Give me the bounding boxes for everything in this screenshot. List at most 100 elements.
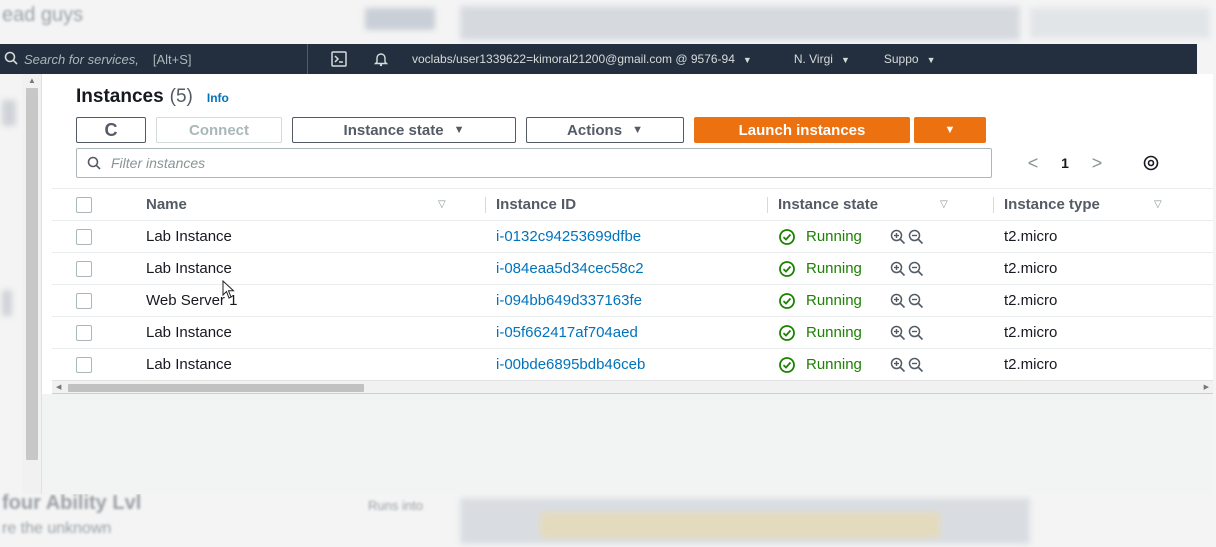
zoom-out-icon[interactable]	[908, 357, 924, 373]
instance-id-cell: i-05f662417af704aed	[486, 317, 768, 349]
row-checkbox[interactable]	[76, 357, 92, 374]
filter-instances-input[interactable]	[111, 150, 961, 176]
background-text: re the unknown	[2, 520, 112, 537]
actions-dropdown[interactable]: Actions ▼	[526, 117, 684, 143]
gear-icon[interactable]	[1140, 152, 1162, 174]
region-menu[interactable]: N. Virgi ▼	[794, 52, 850, 66]
sort-icon[interactable]: ▽	[1154, 199, 1162, 210]
previous-page-button[interactable]: <	[1020, 153, 1046, 174]
horizontal-scroll-thumb[interactable]	[68, 384, 364, 392]
row-checkbox[interactable]	[76, 229, 92, 246]
row-select-cell	[52, 317, 136, 349]
table-row[interactable]: Lab Instance i-00bde6895bdb46ceb Running…	[52, 349, 1213, 381]
caret-down-icon: ▼	[453, 124, 465, 136]
column-header-instance-state[interactable]: Instance state ▽	[768, 188, 994, 221]
zoom-out-icon[interactable]	[908, 325, 924, 341]
instance-state-dropdown[interactable]: Instance state ▼	[292, 117, 516, 143]
instance-id-link[interactable]: i-094bb649d337163fe	[496, 292, 642, 309]
connect-button[interactable]: Connect	[156, 117, 282, 143]
background-block	[365, 8, 435, 30]
instance-state-text: Running	[806, 228, 862, 245]
instance-id-cell: i-084eaa5d34cec58c2	[486, 253, 768, 285]
bell-icon[interactable]	[370, 48, 392, 70]
zoom-in-icon[interactable]	[890, 261, 906, 277]
instance-count: (5)	[169, 86, 193, 107]
instance-id-cell: i-0132c94253699dfbe	[486, 221, 768, 253]
row-checkbox[interactable]	[76, 293, 92, 310]
launch-instances-button[interactable]: Launch instances	[694, 117, 910, 143]
info-link[interactable]: Info	[207, 91, 229, 105]
vertical-scrollbar[interactable]: ▲	[22, 74, 42, 494]
select-all-checkbox[interactable]	[76, 197, 92, 214]
column-header-instance-id[interactable]: Instance ID	[486, 188, 768, 221]
instance-state-cell: Running	[768, 349, 994, 381]
select-all-cell	[52, 188, 136, 221]
zoom-in-icon[interactable]	[890, 357, 906, 373]
background-text: four Ability Lvl	[2, 492, 142, 514]
instance-state-text: Running	[806, 260, 862, 277]
row-checkbox[interactable]	[76, 261, 92, 278]
horizontal-scrollbar[interactable]: ◀ ▶	[52, 380, 1213, 394]
column-header-label: Instance ID	[496, 196, 577, 213]
top-navigation-bar: Search for services, [Alt+S] voclabs/use…	[0, 44, 1197, 74]
vertical-scroll-thumb[interactable]	[26, 88, 38, 460]
instance-type: t2.micro	[1004, 292, 1058, 309]
zoom-out-icon[interactable]	[908, 293, 924, 309]
instance-id-link[interactable]: i-05f662417af704aed	[496, 324, 638, 341]
scroll-left-icon[interactable]: ◀	[56, 383, 61, 391]
zoom-in-icon[interactable]	[890, 229, 906, 245]
instance-id-link[interactable]: i-0132c94253699dfbe	[496, 228, 641, 245]
scroll-right-icon[interactable]: ▶	[1204, 383, 1209, 391]
zoom-controls	[890, 357, 926, 373]
background-text: Runs into	[368, 498, 423, 513]
background-block	[2, 290, 12, 316]
toolbar: C Connect Instance state ▼ Actions ▼ Lau…	[76, 116, 996, 144]
details-pane	[42, 394, 1213, 494]
table-row[interactable]: Lab Instance i-0132c94253699dfbe Running…	[52, 221, 1213, 253]
sort-icon[interactable]: ▽	[940, 199, 948, 210]
check-circle-icon	[779, 228, 795, 245]
zoom-out-icon[interactable]	[908, 261, 924, 277]
account-menu[interactable]: voclabs/user1339622=kimoral21200@gmail.c…	[412, 52, 752, 66]
chevron-down-icon: ▼	[742, 55, 752, 65]
instance-name: Lab Instance	[146, 324, 232, 341]
current-page[interactable]: 1	[1046, 155, 1084, 171]
instance-id-cell: i-094bb649d337163fe	[486, 285, 768, 317]
next-page-button[interactable]: >	[1084, 153, 1110, 174]
row-select-cell	[52, 349, 136, 381]
search-icon	[77, 156, 111, 170]
chevron-down-icon: ▼	[926, 55, 936, 65]
caret-down-icon: ▼	[632, 124, 643, 136]
instance-id-link[interactable]: i-084eaa5d34cec58c2	[496, 260, 644, 277]
service-search-placeholder: Search for services,	[24, 51, 139, 67]
instances-panel: ▲ Instances (5) Info C Connect Instance …	[22, 74, 1213, 494]
instance-state-cell: Running	[768, 285, 994, 317]
support-menu[interactable]: Suppo ▼	[884, 52, 936, 66]
refresh-icon: C	[104, 119, 118, 140]
refresh-button[interactable]: C	[76, 117, 146, 143]
zoom-out-icon[interactable]	[908, 229, 924, 245]
account-label: voclabs/user1339622=kimoral21200@gmail.c…	[412, 52, 735, 66]
zoom-controls	[890, 293, 926, 309]
table-row[interactable]: Lab Instance i-05f662417af704aed Running…	[52, 317, 1213, 349]
zoom-controls	[890, 229, 926, 245]
scroll-up-icon[interactable]: ▲	[28, 76, 36, 85]
zoom-in-icon[interactable]	[890, 293, 906, 309]
service-search[interactable]: Search for services, [Alt+S]	[0, 44, 308, 74]
instance-type: t2.micro	[1004, 260, 1058, 277]
instance-id-link[interactable]: i-00bde6895bdb46ceb	[496, 356, 645, 373]
page-header: Instances (5) Info	[76, 86, 229, 108]
cloudshell-icon[interactable]	[328, 48, 350, 70]
launch-options-dropdown[interactable]: ▼	[914, 117, 986, 143]
background-block	[2, 100, 16, 126]
column-header-instance-type[interactable]: Instance type ▽	[994, 188, 1213, 221]
instance-state-label: Instance state	[343, 121, 444, 139]
sort-icon[interactable]: ▽	[438, 199, 446, 210]
zoom-in-icon[interactable]	[890, 325, 906, 341]
zoom-controls	[890, 325, 926, 341]
pagination: < 1 >	[1020, 150, 1162, 176]
column-header-name[interactable]: Name ▽	[136, 188, 486, 221]
instance-name: Lab Instance	[146, 260, 232, 277]
background-block	[460, 6, 1020, 40]
row-checkbox[interactable]	[76, 325, 92, 342]
